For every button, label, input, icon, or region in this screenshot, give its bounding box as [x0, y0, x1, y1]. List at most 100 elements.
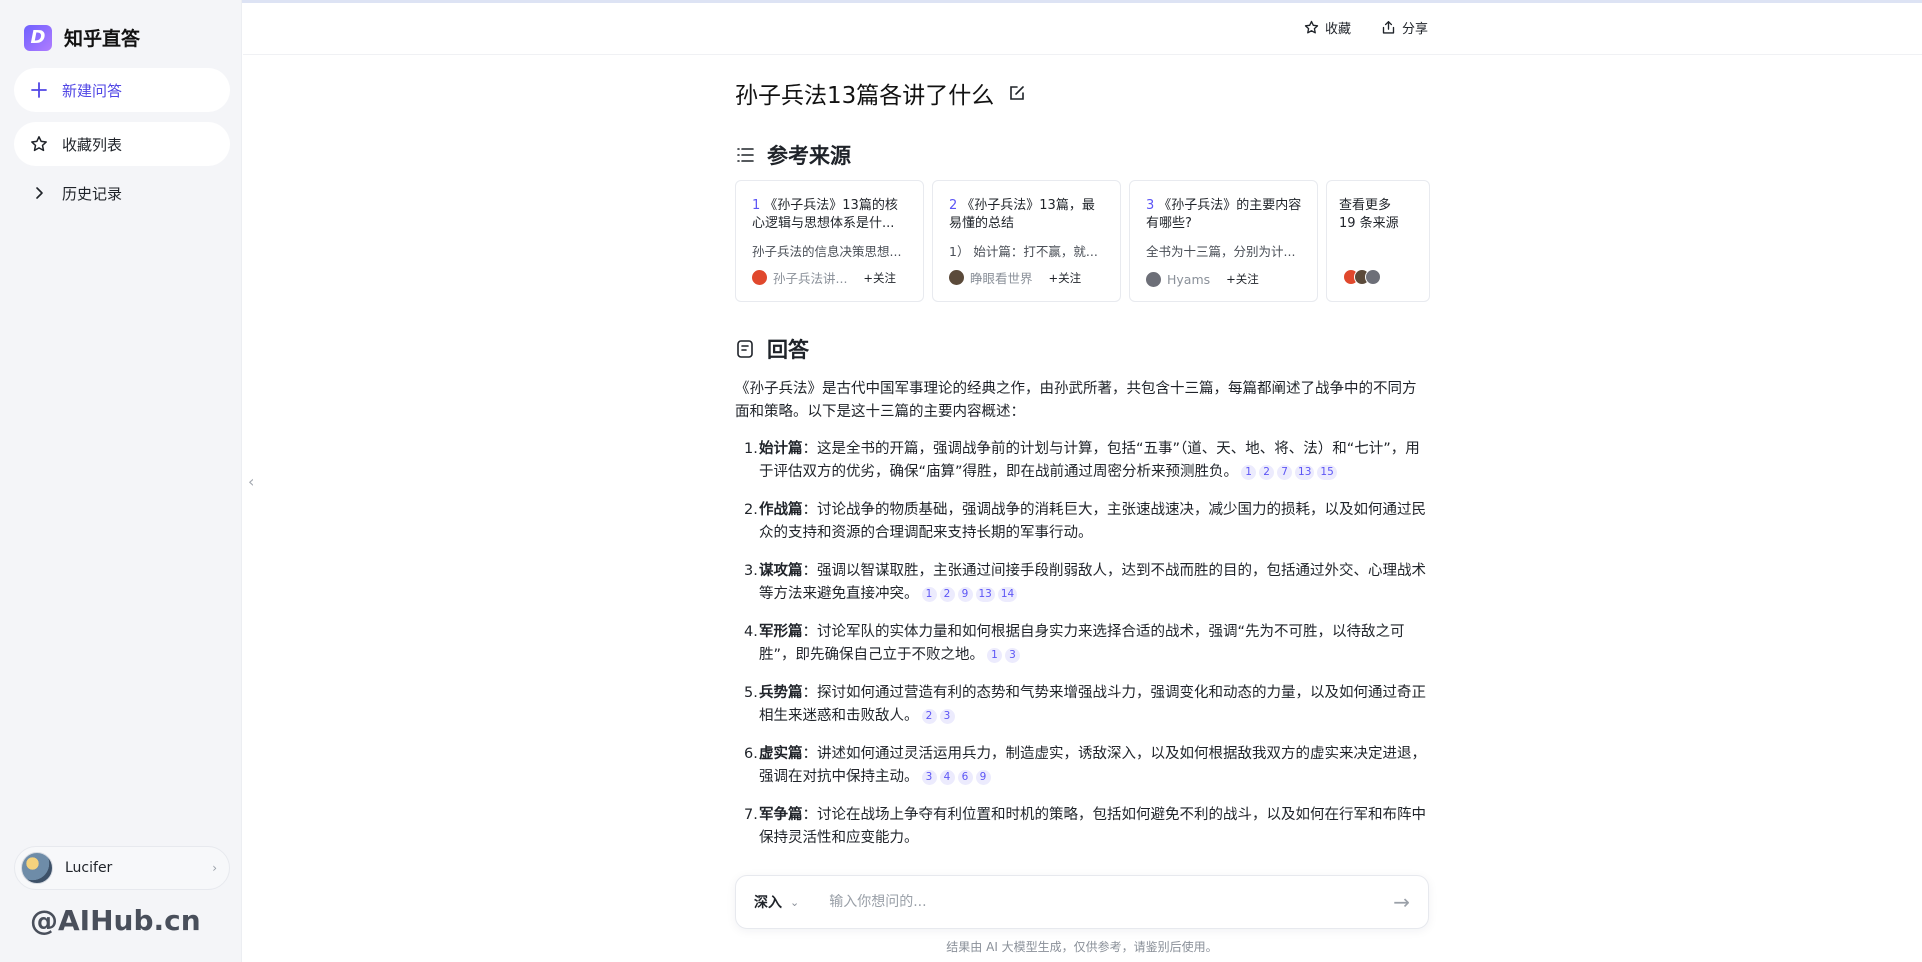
brand-name: 知乎直答: [64, 28, 141, 50]
source-title: 3 《孙子兵法》的主要内容有哪些?: [1146, 197, 1302, 233]
citation-badge[interactable]: 13: [975, 587, 995, 602]
citation-badge[interactable]: 9: [957, 587, 973, 602]
follow-button[interactable]: +关注: [1049, 270, 1082, 286]
citation-badge[interactable]: 4: [939, 770, 955, 785]
answer-heading: 回答: [767, 338, 809, 362]
user-name: Lucifer: [65, 860, 113, 876]
answer-item-text: ：讨论战争的物质基础，强调战争的消耗巨大，主张速战速决，减少国力的损耗，以及如何…: [759, 502, 1426, 541]
answer-item-number: 7.: [744, 807, 758, 823]
source-author: 孙子兵法讲...: [773, 271, 848, 286]
star-icon: [1304, 20, 1319, 34]
answer-item-title: 谋攻篇: [759, 563, 803, 579]
sidebar-collapse-icon[interactable]: ‹: [248, 472, 254, 491]
mode-select-value: 深入: [754, 895, 782, 911]
answer-item-title: 始计篇: [759, 441, 803, 457]
mode-select[interactable]: 深入 ⌄: [754, 892, 799, 912]
answer-item-text: ：讲述如何通过灵活运用兵力，制造虚实，诱敌深入，以及如何根据敌我双方的虚实来决定…: [759, 746, 1426, 785]
source-author: Hyams: [1167, 271, 1211, 287]
answer-list-item: 6. 虚实篇：讲述如何通过灵活运用兵力，制造虚实，诱敌深入，以及如何根据敌我双方的…: [735, 743, 1429, 789]
answer-list-item: 4. 军形篇：讨论军队的实体力量和如何根据自身实力来选择合适的战术，强调“先为不可…: [735, 621, 1429, 667]
question-input-bar: 深入 ⌄ →: [735, 875, 1429, 929]
citation-badge[interactable]: 7: [1277, 465, 1293, 480]
answer-list: 1. 始计篇：这是全书的开篇，强调战争前的计划与计算，包括“五事”（道、天、地、将…: [735, 438, 1429, 865]
references-heading-row: 参考来源: [735, 140, 851, 170]
chevron-down-icon: ⌄: [790, 895, 800, 909]
ai-disclaimer: 结果由 AI 大模型生成，仅供参考，请鉴别后使用。: [946, 940, 1218, 954]
more-sources-card[interactable]: 查看更多 19 条来源: [1326, 180, 1430, 302]
sidebar: D 知乎直答 新建问答 收藏列表 历史记录 Lucifer › @AIHub.c…: [0, 0, 242, 962]
answer-item-title: 兵势篇: [759, 685, 803, 701]
source-footer: 孙子兵法讲... +关注: [752, 268, 896, 287]
new-question-label: 新建问答: [62, 81, 123, 100]
share-icon: [1382, 21, 1395, 34]
citation-badge[interactable]: 1: [987, 648, 1003, 663]
answer-item-title: 虚实篇: [759, 746, 803, 762]
answer-heading-row: 回答: [735, 334, 809, 364]
answer-item-number: 5.: [744, 685, 758, 701]
more-sources-line1: 查看更多: [1339, 198, 1392, 213]
collect-label: 收藏: [1325, 22, 1352, 37]
question-title-row: 孙子兵法13篇各讲了什么: [735, 76, 1026, 110]
brand[interactable]: D 知乎直答: [24, 24, 140, 51]
answer-item-number: 2.: [744, 502, 758, 518]
answer-list-item: 7. 军争篇：讨论在战场上争夺有利位置和时机的策略，包括如何避免不利的战斗，以及如…: [735, 804, 1429, 850]
citation-badge[interactable]: 2: [1259, 465, 1275, 480]
citation-badge[interactable]: 6: [957, 770, 973, 785]
header-actions: 收藏 分享: [1304, 18, 1428, 37]
source-number: 3: [1146, 198, 1155, 213]
answer-item-number: 3.: [744, 563, 758, 579]
watermark: @AIHub.cn: [30, 904, 201, 937]
citation-badge[interactable]: 1: [1241, 465, 1257, 480]
chevron-right-icon: ›: [212, 861, 217, 875]
follow-button[interactable]: +关注: [1226, 271, 1259, 287]
answer-item-title: 军争篇: [759, 807, 803, 823]
citation-badge[interactable]: 14: [997, 587, 1018, 602]
source-title: 2 《孙子兵法》13篇，最易懂的总结: [949, 197, 1105, 233]
share-button[interactable]: 分享: [1381, 18, 1428, 37]
citation-badge[interactable]: 13: [1295, 465, 1315, 480]
citation-badge[interactable]: 15: [1317, 465, 1337, 480]
collect-button[interactable]: 收藏: [1304, 18, 1351, 37]
more-sources-avatars: [1343, 269, 1381, 285]
source-card[interactable]: 1 《孙子兵法》13篇的核心逻辑与思想体系是什... 孙子兵法的信息决策思想...…: [735, 180, 924, 302]
citation-badge[interactable]: 1: [921, 587, 937, 602]
source-card[interactable]: 3 《孙子兵法》的主要内容有哪些? 全书为十三篇，分别为计... Hyams +关…: [1129, 180, 1318, 302]
citation-badge[interactable]: 2: [921, 709, 937, 724]
zhida-logo-icon: D: [24, 24, 52, 51]
citation-badge[interactable]: 3: [939, 709, 955, 724]
edit-icon[interactable]: [1008, 84, 1026, 102]
citation-badge[interactable]: 9: [975, 770, 991, 785]
source-title-text: 《孙子兵法》13篇的核心逻辑与思想体系是什...: [752, 198, 898, 231]
follow-button[interactable]: +关注: [863, 270, 896, 286]
source-snippet: 孙子兵法的信息决策思想...: [752, 244, 902, 259]
header-divider: [243, 54, 1922, 55]
favorites-button[interactable]: 收藏列表: [14, 122, 230, 166]
source-author: 睁眼看世界: [970, 271, 1033, 286]
avatar: [21, 852, 53, 884]
history-toggle[interactable]: 历史记录: [14, 175, 230, 211]
new-question-button[interactable]: 新建问答: [14, 68, 230, 112]
question-input[interactable]: [829, 894, 1394, 910]
answer-list-item: 3. 谋攻篇：强调以智谋取胜，主张通过间接手段削弱敌人，达到不战而胜的目的，包括通…: [735, 560, 1429, 606]
top-accent-line: [0, 0, 1922, 3]
answer-item-text: ：讨论军队的实体力量和如何根据自身实力来选择合适的战术，强调“先为不可胜，以待敌…: [759, 624, 1405, 663]
source-card[interactable]: 2 《孙子兵法》13篇，最易懂的总结 1） 始计篇：打不赢，就... 睁眼看世界 …: [932, 180, 1121, 302]
send-arrow-icon[interactable]: →: [1393, 890, 1410, 914]
share-label: 分享: [1402, 22, 1429, 37]
answer-item-title: 军形篇: [759, 624, 803, 640]
answer-item-title: 作战篇: [759, 502, 803, 518]
citation-badge[interactable]: 3: [1005, 648, 1021, 663]
answer-intro: 《孙子兵法》是古代中国军事理论的经典之作，由孙武所著，共包含十三篇，每篇都阐述了…: [735, 381, 1417, 420]
answer-item-number: 6.: [744, 746, 758, 762]
author-avatar: [1146, 271, 1161, 287]
answer-item-number: 1.: [744, 441, 758, 457]
citation-badge[interactable]: 2: [939, 587, 955, 602]
source-title-text: 《孙子兵法》13篇，最易懂的总结: [949, 198, 1095, 231]
author-avatar: [949, 270, 964, 285]
document-icon: [737, 340, 753, 358]
more-sources-count: 19 条来源: [1339, 216, 1399, 231]
user-profile-card[interactable]: Lucifer ›: [14, 846, 230, 890]
answer-list-item: 2. 作战篇：讨论战争的物质基础，强调战争的消耗巨大，主张速战速决，减少国力的损耗…: [735, 499, 1429, 545]
citation-badge[interactable]: 3: [921, 770, 937, 785]
source-footer: 睁眼看世界 +关注: [949, 268, 1081, 287]
